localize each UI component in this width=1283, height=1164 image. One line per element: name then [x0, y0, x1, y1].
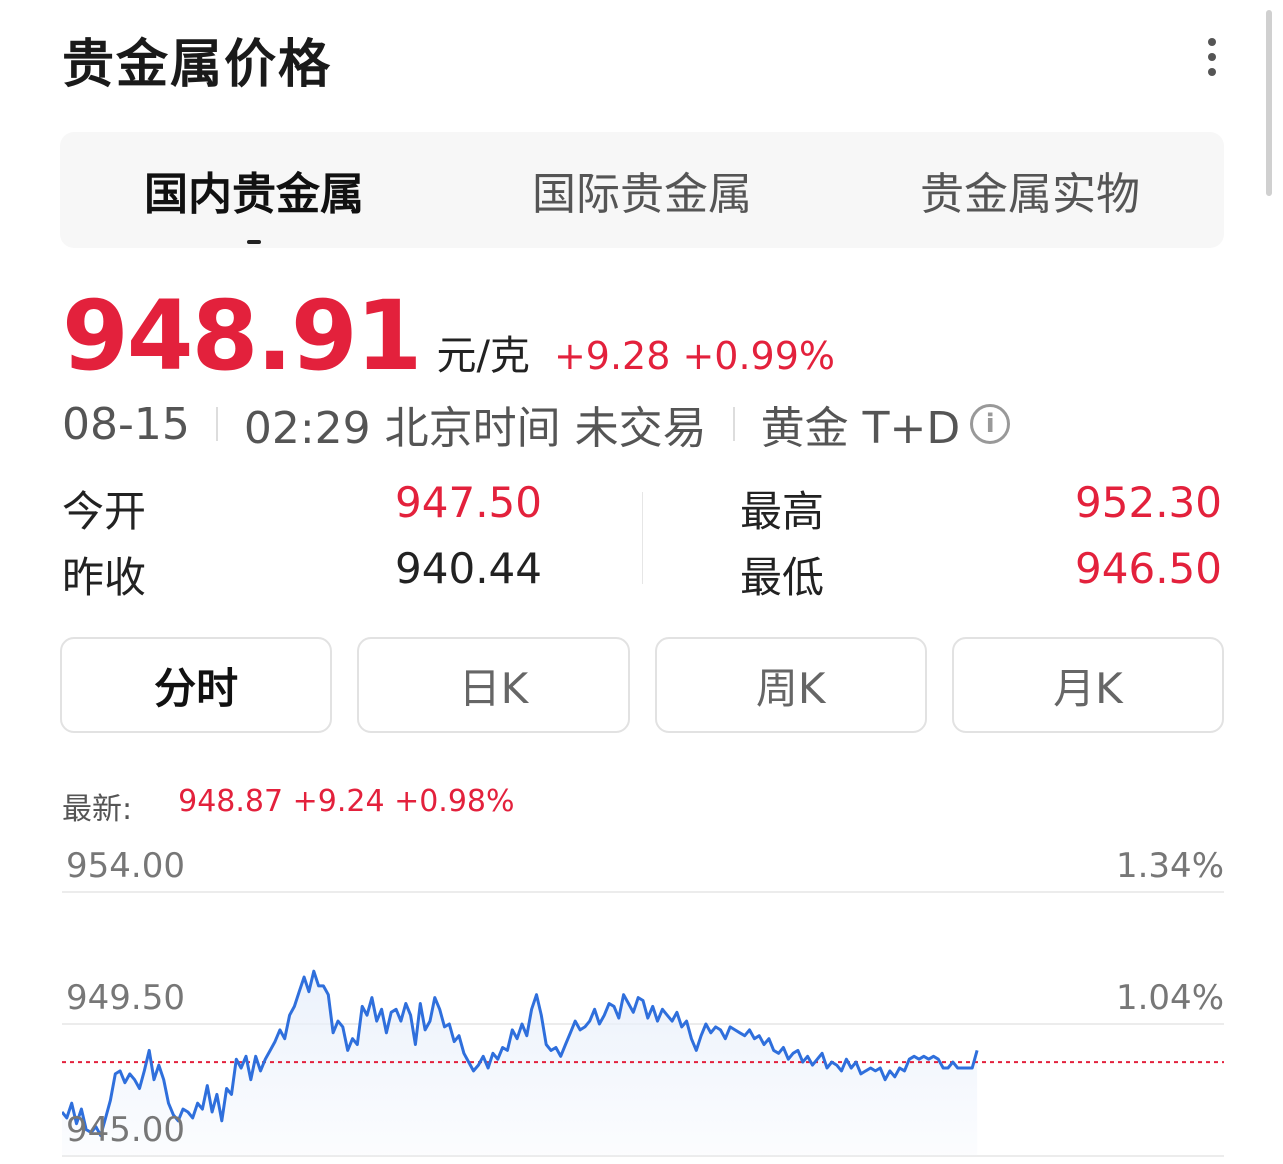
price-row: 948.91 元/克 +9.28 +0.99% [62, 280, 835, 392]
tab-label: 贵金属实物 [920, 169, 1140, 220]
prev-close-value: 940.44 [395, 544, 542, 593]
product-name: 黄金 T+D [760, 403, 961, 454]
y-tick-top: 954.00 [66, 846, 185, 886]
page-title: 贵金属价格 [62, 35, 333, 95]
category-tabs: 国内贵金属 国际贵金属 贵金属实物 [60, 132, 1224, 248]
price-area [62, 971, 978, 1156]
open-value: 947.50 [395, 478, 542, 527]
period-daily-k-button[interactable]: 日K [357, 637, 630, 733]
low-value: 946.50 [1075, 544, 1222, 593]
quote-meta: 08-15 02:29 北京时间 未交易 黄金 T+D i [62, 392, 1011, 456]
tab-physical-metals[interactable]: 贵金属实物 [836, 132, 1224, 248]
latest-quote: 最新: 948.87 +9.24 +0.98% [62, 784, 515, 828]
y-tick-bottom: 945.00 [66, 1110, 185, 1150]
info-icon[interactable]: i [970, 404, 1011, 444]
latest-label: 最新: [62, 792, 133, 827]
period-monthly-k-button[interactable]: 月K [951, 637, 1224, 733]
more-options-icon[interactable] [1192, 32, 1232, 82]
tab-international-metals[interactable]: 国际贵金属 [448, 132, 836, 248]
intraday-chart[interactable]: 954.00 1.34% 949.50 1.04% 945.00 [62, 840, 1224, 1160]
quote-time-status: 02:29 北京时间 未交易 [243, 403, 707, 454]
more-dot [1208, 38, 1216, 46]
active-tab-indicator [247, 240, 261, 244]
price-change: +9.28 +0.99% [553, 334, 836, 378]
price-stats: 今开 947.50 昨收 940.44 最高 952.30 最低 946.50 [62, 478, 1224, 602]
tab-label: 国际贵金属 [532, 169, 752, 220]
tab-label: 国内贵金属 [144, 169, 364, 220]
more-dot [1208, 68, 1216, 76]
period-weekly-k-button[interactable]: 周K [654, 637, 927, 733]
low-label: 最低 [740, 553, 825, 602]
y-tick-mid: 949.50 [66, 978, 185, 1018]
high-label: 最高 [740, 487, 825, 536]
intraday-chart-svg [62, 891, 1224, 1157]
latest-values: 948.87 +9.24 +0.98% [178, 784, 515, 819]
current-price: 948.91 [62, 280, 422, 392]
high-value: 952.30 [1075, 478, 1222, 527]
price-unit: 元/克 [436, 333, 530, 379]
divider [732, 407, 735, 441]
y-tick-right-mid: 1.04% [1115, 978, 1224, 1018]
chart-period-selector: 分时 日K 周K 月K [60, 637, 1224, 733]
tab-domestic-metals[interactable]: 国内贵金属 [60, 132, 448, 248]
period-intraday-button[interactable]: 分时 [60, 637, 333, 733]
open-label: 今开 [62, 487, 147, 536]
more-dot [1208, 53, 1216, 61]
y-tick-right-top: 1.34% [1115, 846, 1224, 886]
scrollbar[interactable] [1266, 10, 1272, 196]
divider [215, 407, 218, 441]
quote-date: 08-15 [62, 398, 190, 450]
prev-close-label: 昨收 [62, 553, 147, 602]
stats-divider [642, 492, 643, 584]
